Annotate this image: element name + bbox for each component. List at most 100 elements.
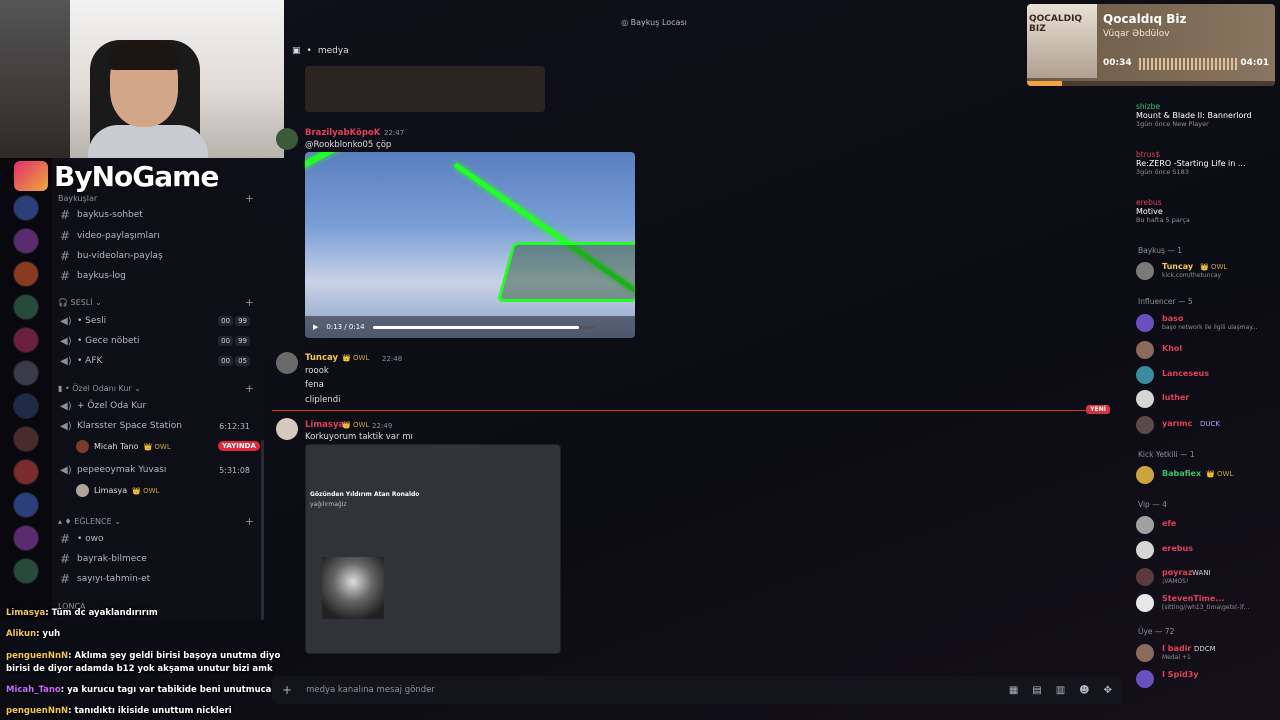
channel-bayrak-bilmece[interactable]: # bayrak-bilmece	[60, 550, 256, 568]
avatar	[1136, 516, 1154, 534]
add-channel-icon[interactable]: +	[245, 296, 254, 309]
member-badir[interactable]: I badir DDCM Medal +1	[1134, 642, 1278, 662]
channel-title: medya	[317, 46, 349, 56]
category-ozel-oda[interactable]: ▮ • Özel Odanı Kur ⌄	[58, 384, 141, 393]
message-list: BrazilyabKöpoK 22:47 @Rookblonko05 çöp ▶…	[272, 60, 1122, 672]
video-player[interactable]: ▶ 0:13 / 0:14	[305, 152, 635, 338]
server-icon[interactable]	[13, 459, 39, 485]
category-baykuslar[interactable]: Baykuşlar	[58, 194, 97, 203]
chat-line: Limasya: Tüm dc ayaklandırırım	[6, 608, 158, 618]
channel-label: • owo	[77, 534, 104, 544]
voice-channel-sesli[interactable]: ◀) • Sesli 00 99	[60, 312, 256, 330]
hash-icon: #	[60, 532, 71, 546]
message-composer[interactable]: + medya kanalına mesaj gönder ▦ ▤ ▥ ☻ ✥	[272, 676, 1122, 704]
hash-icon: #	[60, 249, 71, 263]
member-spid3y[interactable]: I Spid3y	[1134, 668, 1278, 688]
channel-owo[interactable]: # • owo	[60, 530, 256, 548]
add-channel-icon[interactable]: +	[245, 192, 254, 205]
video-progress[interactable]	[372, 325, 595, 329]
member-khol[interactable]: Khol	[1134, 339, 1278, 359]
member-babafiex[interactable]: Babafiex 👑 OWL	[1134, 464, 1278, 484]
channel-baykus-log[interactable]: # baykus-log	[60, 267, 256, 285]
track-total: 04:01	[1240, 58, 1269, 68]
play-icon[interactable]: ▶	[313, 323, 318, 331]
server-icon[interactable]	[13, 327, 39, 353]
hash-icon: #	[60, 208, 71, 222]
server-icon[interactable]	[13, 294, 39, 320]
category-sesli[interactable]: 🎧 SESLİ ⌄	[58, 298, 102, 307]
server-icon[interactable]	[13, 558, 39, 584]
voice-channel-ozel-oda-kur[interactable]: ◀) + Özel Oda Kur	[60, 397, 256, 415]
video-frame-neon-line	[305, 152, 516, 178]
member-group-baykus: Baykuş — 1	[1138, 246, 1182, 255]
member-steventime[interactable]: StevenTime... [sitting//wh13_tima\gets(-)…	[1134, 592, 1278, 612]
image-attachment[interactable]	[305, 66, 545, 112]
server-icon[interactable]	[13, 360, 39, 386]
message-text: @Rookblonko05 çöp	[305, 140, 392, 150]
channel-label: + Özel Oda Kur	[77, 401, 147, 411]
video-progress-fill	[372, 325, 580, 329]
brand-logo-icon	[14, 161, 48, 191]
server-icon[interactable]	[13, 426, 39, 452]
channel-header: ▣ • medya	[292, 46, 349, 56]
add-attachment-icon[interactable]: +	[282, 683, 292, 697]
member-tuncay[interactable]: Tuncay 👑 OWL kick.com/thetuncay	[1134, 260, 1278, 280]
hash-icon: #	[60, 552, 71, 566]
channel-sayiyi-tahmin-et[interactable]: # sayıyı-tahmin-et	[60, 570, 256, 588]
message-author[interactable]: BrazilyabKöpoK	[305, 128, 380, 138]
user-limit-badge: 00 99	[218, 316, 250, 326]
avatar[interactable]	[276, 128, 298, 150]
member-erebus[interactable]: erebus	[1134, 539, 1278, 559]
hash-icon: #	[60, 229, 71, 243]
voice-channel-afk[interactable]: ◀) • AFK 00 05	[60, 352, 256, 370]
voice-channel-station[interactable]: ◀) Klarsster Space Station 6:12:31	[60, 417, 256, 435]
member-luther[interactable]: luther	[1134, 388, 1278, 408]
add-channel-icon[interactable]: +	[245, 515, 254, 528]
voice-channel-gece-nobeti[interactable]: ◀) • Gece nöbeti 00 99	[60, 332, 256, 350]
member-activity[interactable]: shizbe Mount & Blade II: Bannerlord 1gün…	[1136, 102, 1276, 128]
gift-icon[interactable]: ▦	[1009, 685, 1018, 696]
screenshot-attachment[interactable]: Gözünden Yıldırım Atan Ronaldo yağılırma…	[305, 444, 561, 654]
emoji-icon[interactable]: ☻	[1079, 685, 1089, 696]
screenshot-image	[322, 557, 384, 619]
add-channel-icon[interactable]: +	[245, 382, 254, 395]
channel-baykus-sohbet[interactable]: # baykus-sohbet	[60, 206, 256, 224]
category-eglence[interactable]: ▴ ♦ EĞLENCE ⌄	[58, 517, 121, 526]
member-yarimc[interactable]: yarımc DUCK	[1134, 414, 1278, 434]
message-author[interactable]: Tuncay	[305, 353, 338, 363]
server-icon[interactable]	[13, 492, 39, 518]
voice-user-micah[interactable]: Micah Tano 👑 OWL	[76, 440, 171, 453]
server-icon[interactable]	[13, 195, 39, 221]
member-poyraz[interactable]: poyraz WANI ¡VAMOS!	[1134, 566, 1278, 586]
member-lanceseus[interactable]: Lanceseus	[1134, 364, 1278, 384]
speaker-icon: ◀)	[60, 400, 72, 412]
voice-user-limasya[interactable]: Limasya 👑 OWL	[76, 484, 159, 497]
message-author[interactable]: Limasya	[305, 420, 344, 430]
channel-sidebar: Baykuşlar + # baykus-sohbet # video-paylaş…	[52, 190, 264, 620]
webcam-feed	[0, 0, 284, 158]
voice-channel-yuvasi[interactable]: ◀) pepeeoymak Yuvası 5:31:08	[60, 461, 256, 479]
server-icon[interactable]	[13, 393, 39, 419]
track-progress-fill	[1027, 81, 1062, 86]
channel-label: Klarsster Space Station	[77, 421, 182, 431]
channel-video-paylasimlari[interactable]: # video-paylaşımları	[60, 227, 256, 245]
member-efe[interactable]: efe	[1134, 514, 1278, 534]
member-activity[interactable]: btrus$ Re:ZERO -Starting Life in ... 3gü…	[1136, 150, 1276, 176]
server-icon[interactable]	[13, 228, 39, 254]
member-baso[interactable]: baso başo network ile ilgili ulaşmay...	[1134, 312, 1278, 332]
server-icon[interactable]	[13, 261, 39, 287]
avatar	[76, 440, 89, 453]
apps-icon[interactable]: ✥	[1104, 685, 1112, 696]
channel-label: • Sesli	[77, 316, 107, 326]
member-group-uye: Üye — 72	[1138, 627, 1175, 636]
composer-placeholder[interactable]: medya kanalına mesaj gönder	[306, 685, 435, 695]
sidebar-scrollbar[interactable]	[261, 440, 264, 620]
avatar[interactable]	[276, 418, 298, 440]
member-activity[interactable]: erebus Motive Bu hafta 5 parça	[1136, 198, 1276, 224]
avatar[interactable]	[276, 352, 298, 374]
gif-icon[interactable]: ▤	[1032, 685, 1041, 696]
channel-bu-videolari-paylas[interactable]: # bu-videoları-paylaş	[60, 247, 256, 265]
server-icon[interactable]	[13, 525, 39, 551]
sticker-icon[interactable]: ▥	[1056, 685, 1065, 696]
avatar	[1136, 390, 1154, 408]
